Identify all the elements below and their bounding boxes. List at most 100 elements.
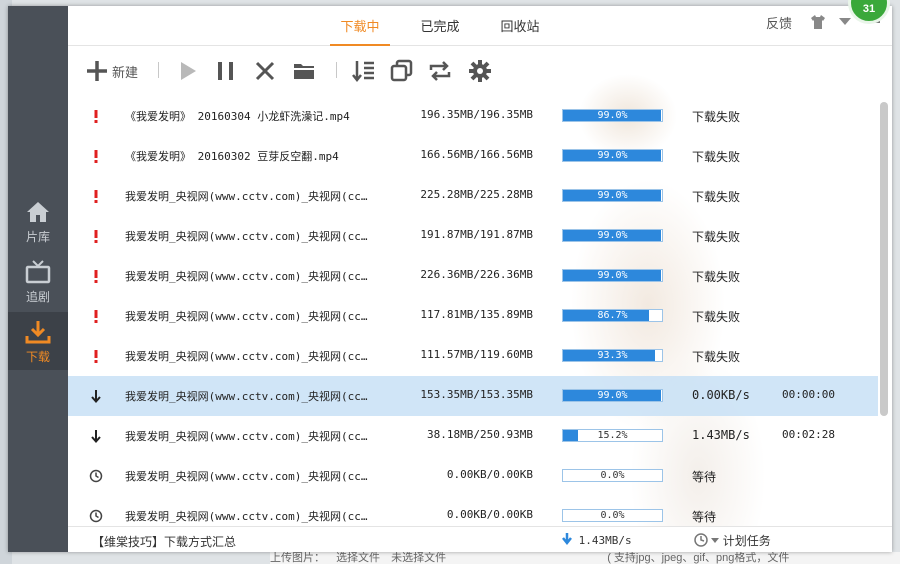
- tab-recycle-bin[interactable]: 回收站: [490, 16, 550, 46]
- file-size: 226.36MB/226.36MB: [420, 268, 533, 281]
- folder-icon[interactable]: [292, 58, 316, 84]
- progress-percent: 99.0%: [597, 230, 628, 241]
- file-name: 我爱发明_央视网(www.cctv.com)_央视网(cc…: [125, 190, 368, 203]
- download-icon: [25, 321, 51, 344]
- download-status: 下载失败: [692, 150, 741, 164]
- time-remaining: 00:00:00: [782, 388, 835, 401]
- feedback-link[interactable]: 反馈: [766, 13, 792, 32]
- pause-icon[interactable]: [216, 58, 236, 84]
- progress-bar: 99.0%: [562, 269, 663, 282]
- skin-icon[interactable]: [810, 14, 826, 30]
- download-row[interactable]: 我爱发明_央视网(www.cctv.com)_央视网(cc… 111.57MB/1…: [68, 336, 878, 376]
- download-row[interactable]: 我爱发明_央视网(www.cctv.com)_央视网(cc… 153.35MB/1…: [68, 376, 878, 416]
- sidebar-item-library[interactable]: 片库: [8, 192, 68, 250]
- toolbar-separator: [336, 62, 337, 78]
- progress-bar: 99.0%: [562, 229, 663, 242]
- clock-icon: [89, 509, 103, 523]
- download-status: 等待: [692, 470, 717, 484]
- toolbar: 新建: [68, 46, 892, 96]
- sidebar-item-label: 下载: [25, 350, 50, 364]
- total-speed: 1.43MB/s: [562, 533, 632, 547]
- download-status: 下载失败: [692, 230, 741, 244]
- progress-percent: 99.0%: [597, 390, 628, 401]
- tab-downloading[interactable]: 下载中: [330, 16, 390, 46]
- download-row[interactable]: 我爱发明_央视网(www.cctv.com)_央视网(cc… 191.87MB/1…: [68, 216, 878, 256]
- refresh-icon[interactable]: [428, 58, 452, 84]
- download-row[interactable]: 《我爱发明》 20160304 小龙虾洗澡记.mp4 196.35MB/196.3…: [68, 96, 878, 136]
- new-task-button[interactable]: [86, 58, 108, 84]
- status-bar: 【维棠技巧】下载方式汇总 1.43MB/s 计划任务: [68, 526, 892, 552]
- start-icon[interactable]: [178, 58, 198, 84]
- progress-bar: 86.7%: [562, 309, 663, 322]
- tab-completed[interactable]: 已完成: [410, 16, 470, 46]
- progress-bar: 0.0%: [562, 469, 663, 482]
- download-row[interactable]: 我爱发明_央视网(www.cctv.com)_央视网(cc… 0.00KB/0.0…: [68, 456, 878, 496]
- progress-percent: 99.0%: [597, 270, 628, 281]
- download-row[interactable]: 我爱发明_央视网(www.cctv.com)_央视网(cc… 225.28MB/2…: [68, 176, 878, 216]
- progress-percent: 99.0%: [597, 110, 628, 121]
- error-icon: [94, 310, 98, 323]
- schedule-task-label: 计划任务: [722, 534, 771, 548]
- progress-bar: 15.2%: [562, 429, 663, 442]
- scrollbar[interactable]: [880, 102, 888, 416]
- progress-bar: 0.0%: [562, 509, 663, 522]
- menu-dropdown-icon[interactable]: [838, 17, 852, 27]
- progress-percent: 93.3%: [597, 350, 628, 361]
- upload-label: 上传图片：: [270, 552, 325, 564]
- time-remaining: 00:02:28: [782, 428, 835, 441]
- file-name: 我爱发明_央视网(www.cctv.com)_央视网(cc…: [125, 310, 368, 323]
- downloading-icon: [91, 430, 101, 444]
- download-row[interactable]: 我爱发明_央视网(www.cctv.com)_央视网(cc… 117.81MB/1…: [68, 296, 878, 336]
- file-size: 0.00KB/0.00KB: [446, 468, 533, 481]
- sort-icon[interactable]: [352, 58, 376, 84]
- file-size: 191.87MB/191.87MB: [420, 228, 533, 241]
- file-size: 111.57MB/119.60MB: [420, 348, 533, 361]
- file-name: 我爱发明_央视网(www.cctv.com)_央视网(cc…: [125, 430, 368, 443]
- download-row[interactable]: 我爱发明_央视网(www.cctv.com)_央视网(cc… 0.00KB/0.0…: [68, 496, 878, 526]
- chevron-down-icon: [711, 538, 720, 543]
- download-row[interactable]: 《我爱发明》 20160302 豆芽反空翻.mp4 166.56MB/166.56…: [68, 136, 878, 176]
- schedule-task-button[interactable]: 计划任务: [694, 532, 771, 549]
- file-name: 《我爱发明》 20160304 小龙虾洗澡记.mp4: [125, 110, 350, 123]
- delete-icon[interactable]: [254, 58, 276, 84]
- error-icon: [94, 190, 98, 203]
- progress-bar: 99.0%: [562, 109, 663, 122]
- total-speed-value: 1.43MB/s: [578, 534, 632, 547]
- file-name: 我爱发明_央视网(www.cctv.com)_央视网(cc…: [125, 470, 368, 483]
- progress-percent: 86.7%: [597, 310, 628, 321]
- settings-gear-icon[interactable]: [468, 58, 492, 84]
- download-list: 《我爱发明》 20160304 小龙虾洗澡记.mp4 196.35MB/196.3…: [68, 96, 878, 526]
- progress-bar: 93.3%: [562, 349, 663, 362]
- file-name: 我爱发明_央视网(www.cctv.com)_央视网(cc…: [125, 390, 368, 403]
- select-file-button[interactable]: 选择文件: [336, 552, 380, 564]
- file-name: 我爱发明_央视网(www.cctv.com)_央视网(cc…: [125, 510, 368, 523]
- download-status: 0.00KB/s: [692, 388, 750, 402]
- sidebar-item-download[interactable]: 下载: [8, 312, 68, 370]
- file-size: 38.18MB/250.93MB: [427, 428, 533, 441]
- file-size: 117.81MB/135.89MB: [420, 308, 533, 321]
- download-row[interactable]: 我爱发明_央视网(www.cctv.com)_央视网(cc… 226.36MB/2…: [68, 256, 878, 296]
- sidebar-item-label: 片库: [25, 230, 50, 244]
- clock-icon: [89, 469, 103, 483]
- sidebar-item-series[interactable]: 追剧: [8, 252, 68, 310]
- home-icon: [27, 202, 49, 222]
- error-icon: [94, 270, 98, 283]
- file-size: 0.00KB/0.00KB: [446, 508, 533, 521]
- progress-percent: 99.0%: [597, 150, 628, 161]
- progress-percent: 99.0%: [597, 190, 628, 201]
- download-status: 等待: [692, 510, 717, 524]
- new-task-label[interactable]: 新建: [112, 62, 138, 81]
- file-name: 我爱发明_央视网(www.cctv.com)_央视网(cc…: [125, 270, 368, 283]
- download-row[interactable]: 我爱发明_央视网(www.cctv.com)_央视网(cc… 38.18MB/25…: [68, 416, 878, 456]
- file-size: 153.35MB/153.35MB: [420, 388, 533, 401]
- download-status: 下载失败: [692, 350, 741, 364]
- download-status: 1.43MB/s: [692, 428, 750, 442]
- download-status: 下载失败: [692, 270, 741, 284]
- toolbar-separator: [158, 62, 159, 78]
- tv-icon: [25, 260, 51, 284]
- copy-icon[interactable]: [390, 58, 414, 84]
- tips-link[interactable]: 【维棠技巧】下载方式汇总: [92, 533, 236, 550]
- file-name: 我爱发明_央视网(www.cctv.com)_央视网(cc…: [125, 230, 368, 243]
- sidebar: 片库 追剧 下载: [8, 6, 68, 552]
- progress-percent: 0.0%: [600, 470, 625, 481]
